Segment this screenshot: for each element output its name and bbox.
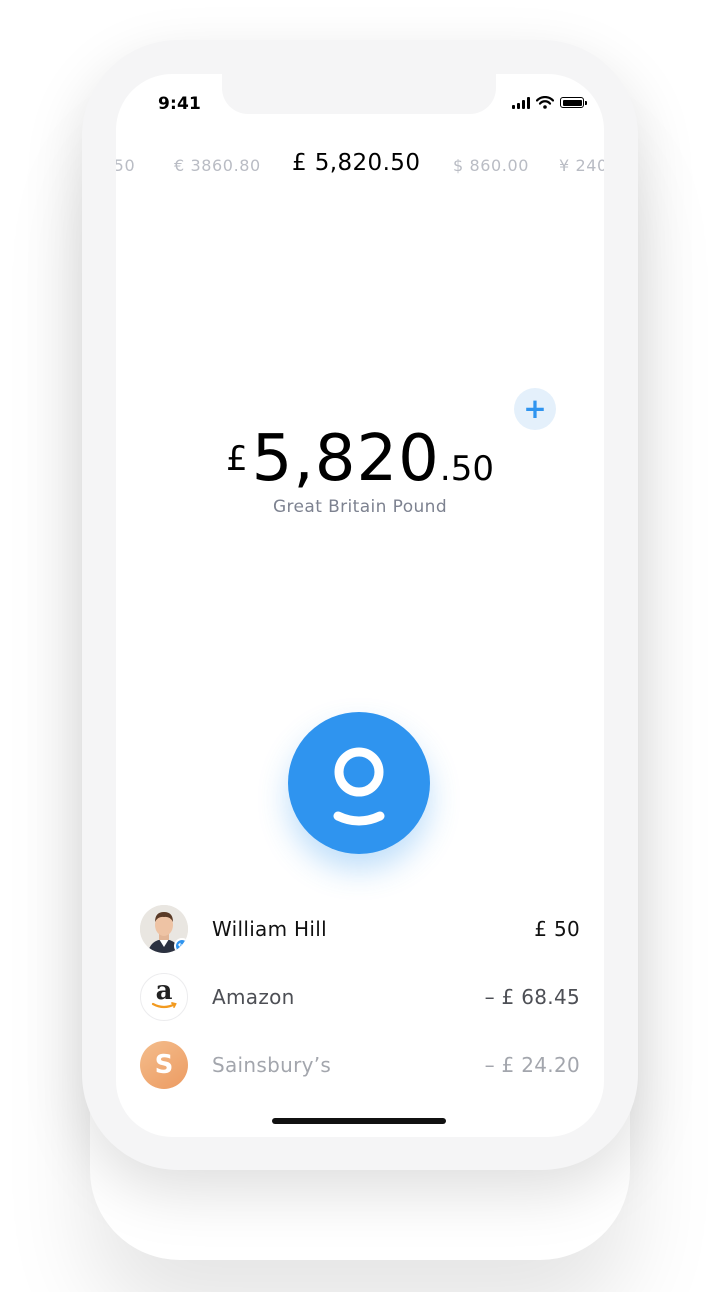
main-action-button[interactable] (288, 712, 430, 854)
sainsburys-logo-icon: S (140, 1041, 188, 1089)
balance-decimal: .50 (439, 449, 494, 489)
transaction-row-amazon[interactable]: a Amazon – £ 68.45 (140, 972, 580, 1022)
balance-amount: £5,820.50 (116, 422, 604, 496)
transaction-name: Amazon (212, 985, 295, 1009)
transaction-row-sainsburys[interactable]: S Sainsbury’s – £ 24.20 (140, 1040, 580, 1090)
cellular-signal-icon (512, 96, 530, 109)
plus-icon: + (523, 392, 547, 425)
balance-integer: 5,820 (251, 422, 440, 496)
currency-tab-jpy[interactable]: ¥ 240 (559, 156, 604, 175)
transaction-amount: – £ 24.20 (484, 1053, 580, 1077)
transaction-amount: £ 50 (534, 917, 580, 941)
currency-tab-partial-left[interactable]: .50 (116, 156, 135, 175)
amazon-smile-icon (151, 1002, 177, 1009)
status-icons (512, 96, 587, 109)
currency-tab-eur[interactable]: € 3860.80 (174, 156, 261, 175)
status-time: 9:41 (158, 94, 202, 114)
app-screen: 9:41 .50 € 3860.80 £ 5,820.50 $ 860.00 ¥… (116, 74, 604, 1137)
balance-currency-symbol: £ (226, 439, 248, 479)
currency-carousel[interactable]: .50 € 3860.80 £ 5,820.50 $ 860.00 ¥ 240 (116, 150, 604, 182)
incoming-arrow-icon: ← (174, 938, 188, 953)
home-indicator[interactable] (272, 1118, 446, 1124)
transaction-name: Sainsbury’s (212, 1053, 332, 1077)
wifi-icon (536, 96, 554, 109)
app-logo-icon (333, 747, 385, 826)
amazon-logo-icon: a (140, 973, 188, 1021)
notch (222, 74, 496, 114)
currency-name: Great Britain Pound (272, 497, 448, 517)
currency-tab-gbp[interactable]: £ 5,820.50 (292, 150, 420, 176)
transaction-row-william-hill[interactable]: ← William Hill £ 50 (140, 904, 580, 954)
person-avatar: ← (140, 905, 188, 953)
battery-icon (560, 97, 587, 108)
currency-tab-usd[interactable]: $ 860.00 (453, 156, 529, 175)
transaction-name: William Hill (212, 917, 327, 941)
transaction-amount: – £ 68.45 (484, 985, 580, 1009)
